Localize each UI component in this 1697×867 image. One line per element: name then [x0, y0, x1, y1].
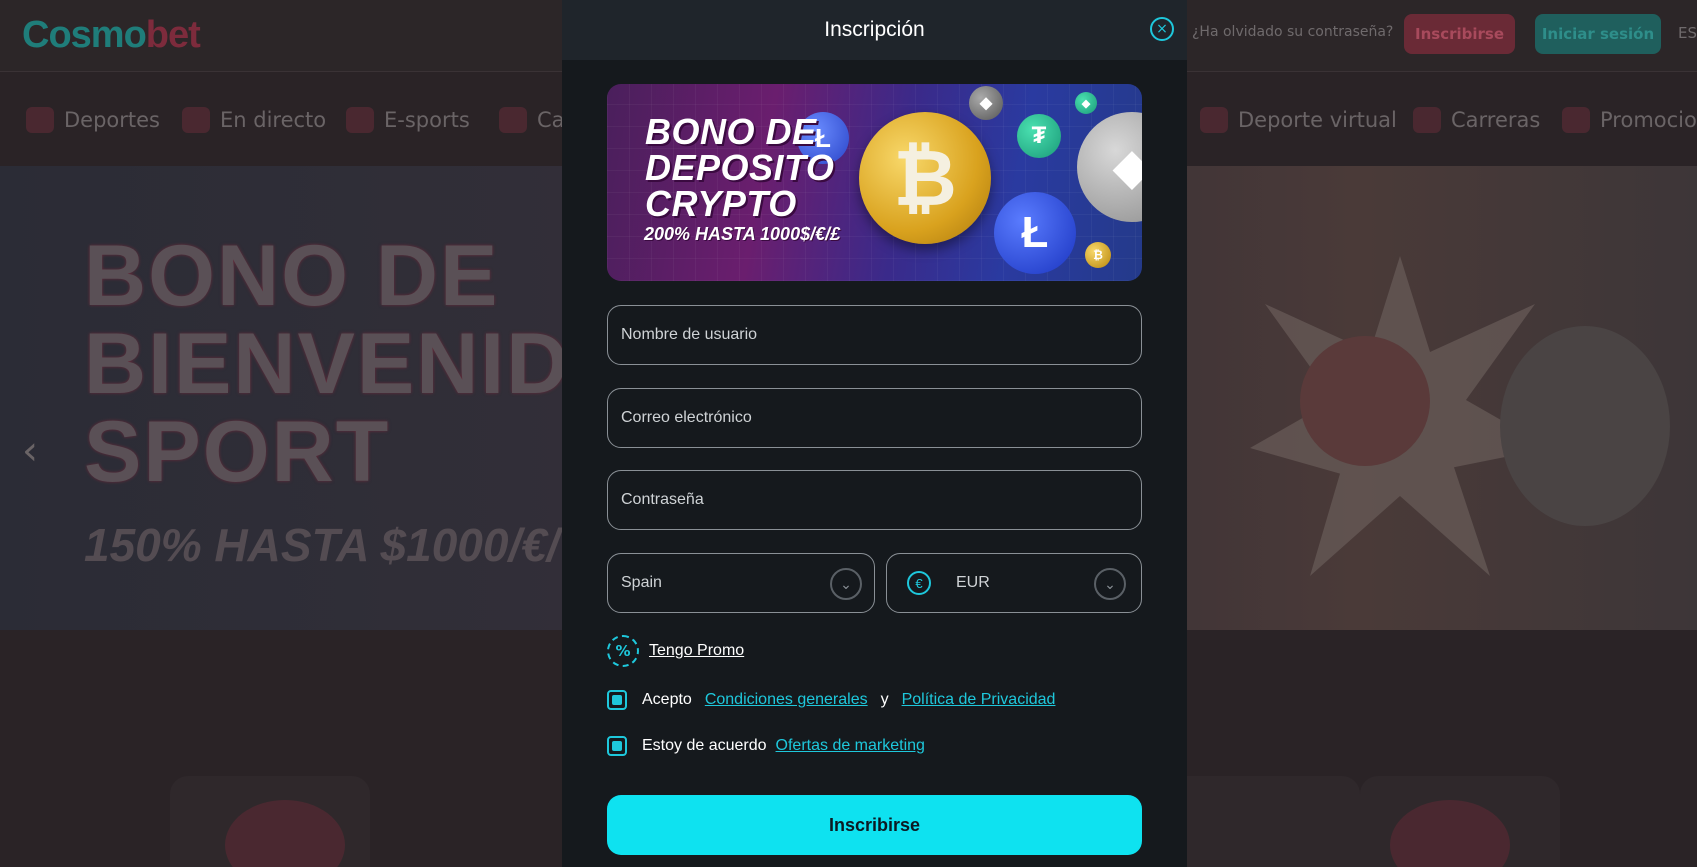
cards-icon [499, 107, 527, 133]
email-input[interactable] [621, 409, 1141, 427]
nav-item-label: Promocion [1600, 108, 1697, 132]
currency-value: EUR [956, 574, 990, 591]
banner-title-line: DEPOSITO [645, 147, 835, 188]
nav-item-e-sports[interactable]: E-sports [346, 104, 470, 136]
nav-item-en-directo[interactable]: En directo [182, 104, 326, 136]
nav-item-label: Deporte virtual [1238, 108, 1397, 132]
nav-item-label: E-sports [384, 108, 470, 132]
close-icon[interactable]: × [1150, 17, 1174, 41]
checkered-flag-icon [1200, 107, 1228, 133]
marketing-offers-link[interactable]: Ofertas de marketing [776, 737, 925, 755]
percent-badge-icon: % [607, 635, 639, 667]
crypto-coin-icon: ₿ [1085, 242, 1111, 268]
chevron-down-icon: ⌄ [830, 568, 862, 600]
password-field [607, 470, 1142, 530]
email-field [607, 388, 1142, 448]
nav-item-casino[interactable]: Ca [499, 104, 565, 136]
gamepad-icon [346, 107, 374, 133]
hero-ball-art [1300, 336, 1430, 466]
hero-title-line: BONO DE [84, 228, 500, 324]
logo-part-cosmo: Cosmo [22, 14, 147, 56]
tether-icon: ₮ [1017, 114, 1061, 158]
marketing-row: Estoy de acuerdo Ofertas de marketing [607, 734, 925, 758]
banner-title: BONO DE DEPOSITO CRYPTO [645, 114, 834, 222]
username-input[interactable] [621, 326, 1141, 344]
banner-title-line: CRYPTO [645, 183, 797, 224]
crypto-coin-icon: ◆ [969, 86, 1003, 120]
privacy-policy-link[interactable]: Política de Privacidad [902, 691, 1056, 709]
promo-label: Tengo Promo [649, 642, 745, 659]
bitcoin-icon: ₿ [859, 112, 991, 244]
terms-conditions-link[interactable]: Condiciones generales [705, 691, 868, 709]
hero-ball-art [1500, 326, 1670, 526]
litecoin-icon: Ł [994, 192, 1076, 274]
nav-item-label: Deportes [64, 108, 160, 132]
crypto-bonus-banner: ◆ ◆ Ł ₮ ◆ ₿ Ł ₿ BONO DE DEPOSITO CRYPTO … [607, 84, 1142, 281]
nav-item-deporte-virtual[interactable]: Deporte virtual [1200, 104, 1397, 136]
terms-checkbox[interactable] [607, 690, 627, 710]
soccer-ball-icon [26, 107, 54, 133]
country-select[interactable]: Spain ⌄ [607, 553, 875, 613]
language-selector[interactable]: ES [1678, 24, 1697, 42]
chevron-down-icon: ⌄ [1094, 568, 1126, 600]
megaphone-icon [1562, 107, 1590, 133]
hero-title-line: SPORT [84, 404, 391, 500]
header-register-button[interactable]: Inscribirse [1404, 14, 1515, 54]
marketing-prefix: Estoy de acuerdo [642, 737, 767, 754]
euro-icon: € [907, 571, 931, 595]
nav-item-label: Ca [537, 108, 565, 132]
site-logo[interactable]: Cosmobet [22, 14, 201, 57]
logo-part-bet: bet [145, 14, 201, 56]
modal-header: Inscripción × [562, 0, 1187, 60]
carousel-prev-icon[interactable]: ‹ [22, 428, 38, 474]
submit-register-button[interactable]: Inscribirse [607, 795, 1142, 855]
forgot-password-link[interactable]: ¿Ha olvidado su contraseña? [1192, 24, 1393, 40]
terms-conjunction: y [880, 691, 889, 708]
live-broadcast-icon [182, 107, 210, 133]
nav-item-promociones[interactable]: Promocion [1562, 104, 1697, 136]
hero-title: BONO DE BIENVENID SPORT [84, 232, 570, 496]
terms-row: Acepto Condiciones generales y Política … [607, 688, 1055, 712]
promo-code-toggle[interactable]: % Tengo Promo [607, 634, 744, 668]
hero-subtitle: 150% HASTA $1000/€/ [84, 519, 560, 571]
currency-select[interactable]: € EUR ⌄ [886, 553, 1142, 613]
category-card[interactable] [1160, 776, 1360, 867]
modal-title: Inscripción [824, 18, 925, 41]
country-value: Spain [621, 574, 662, 591]
checkbox-checked-icon [612, 695, 622, 705]
hero-title-line: BIENVENID [84, 316, 571, 412]
banner-title-line: BONO DE [645, 111, 817, 152]
nav-item-label: Carreras [1451, 108, 1541, 132]
password-input[interactable] [621, 491, 1141, 509]
crypto-coin-icon: ◆ [1075, 92, 1097, 114]
nav-item-label: En directo [220, 108, 327, 132]
checkbox-checked-icon [612, 741, 622, 751]
header-login-button[interactable]: Iniciar sesión [1535, 14, 1661, 54]
registration-modal: Inscripción × ◆ ◆ Ł ₮ ◆ ₿ Ł ₿ BONO DE DE… [562, 0, 1187, 867]
horse-icon [1413, 107, 1441, 133]
nav-item-deportes[interactable]: Deportes [26, 104, 160, 136]
nav-item-carreras[interactable]: Carreras [1413, 104, 1540, 136]
banner-subtitle: 200% HASTA 1000$/€/£ [644, 224, 841, 244]
terms-prefix: Acepto [642, 691, 692, 708]
username-field [607, 305, 1142, 365]
marketing-checkbox[interactable] [607, 736, 627, 756]
